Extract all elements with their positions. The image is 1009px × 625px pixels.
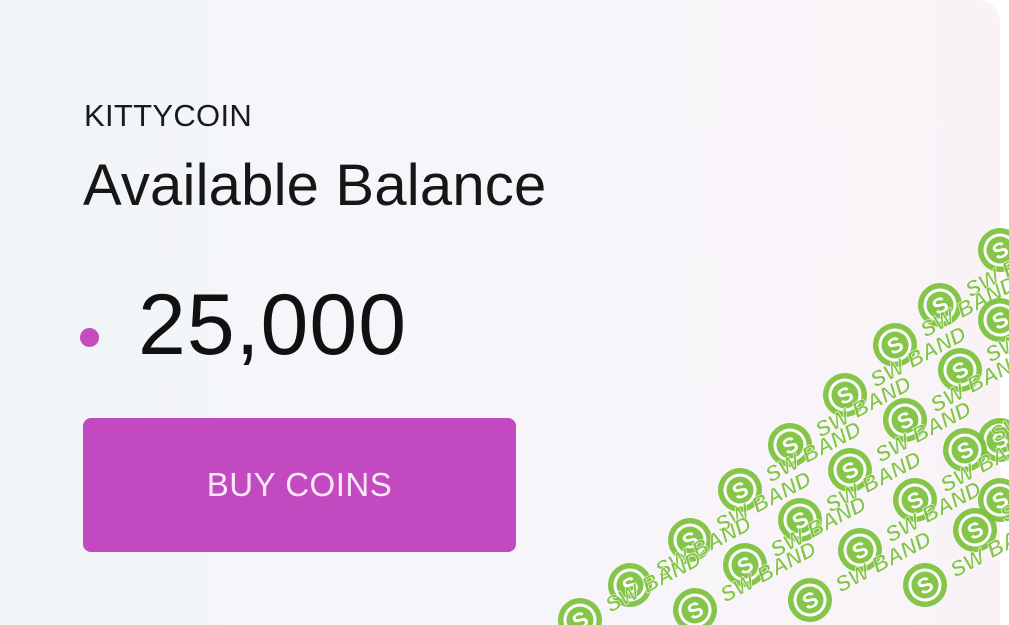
coin-dot-icon [80, 328, 99, 347]
brand-label: KITTYCOIN [84, 98, 253, 133]
balance-amount: 25,000 [138, 277, 408, 373]
buy-coins-button[interactable]: BUY COINS [83, 418, 516, 552]
balance-title: Available Balance [83, 153, 547, 218]
balance-card: KITTYCOIN Available Balance 25,000 BUY C… [0, 0, 1000, 625]
